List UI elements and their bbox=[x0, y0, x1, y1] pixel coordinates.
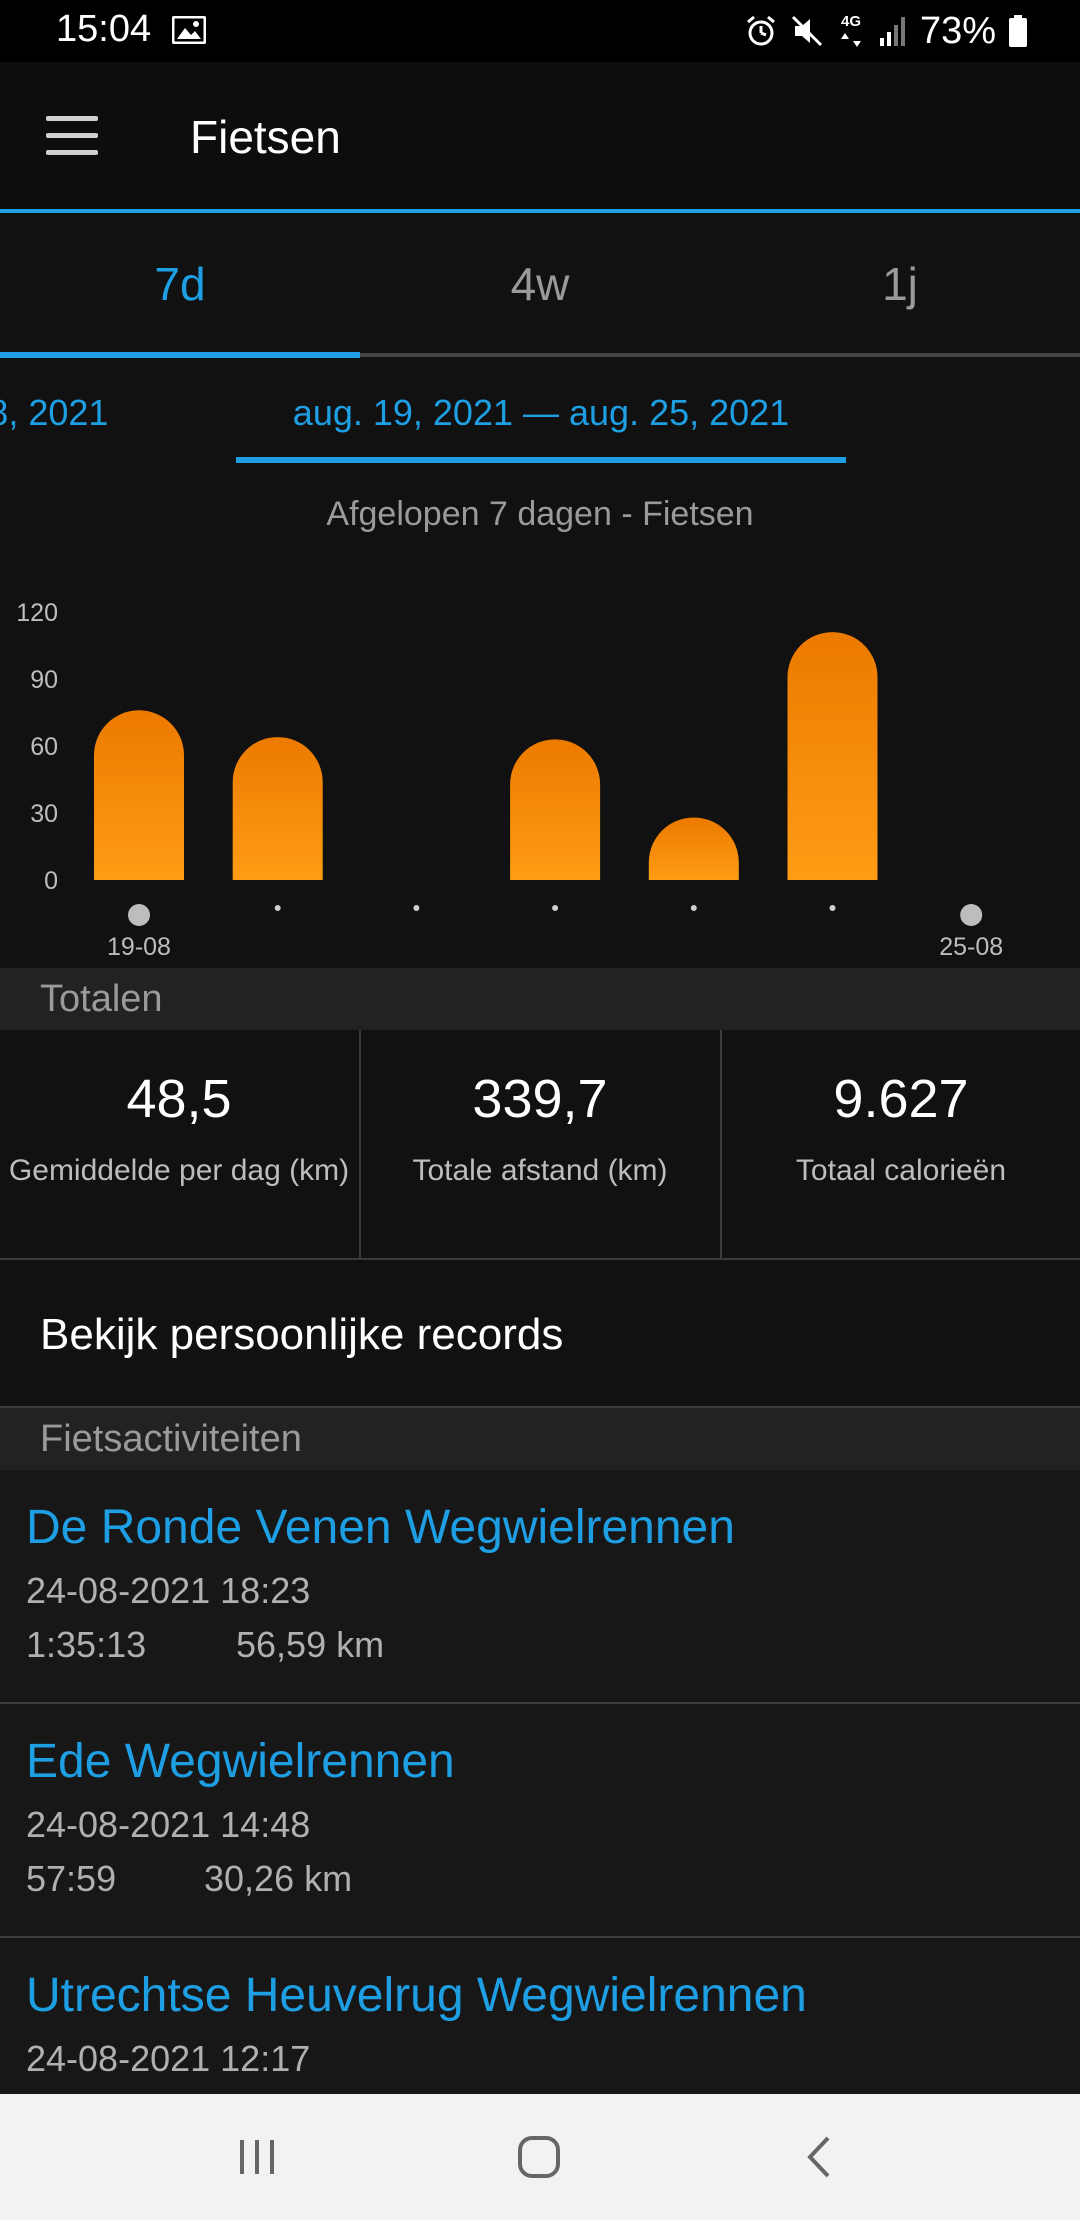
personal-records-link[interactable]: Bekijk persoonlijke records bbox=[0, 1260, 1080, 1408]
back-icon[interactable] bbox=[796, 2132, 846, 2182]
battery-icon bbox=[1009, 15, 1027, 47]
activity-distance: 56,59 km bbox=[236, 1624, 385, 1665]
page-title: Fietsen bbox=[190, 111, 341, 163]
activity-item[interactable]: Utrechtse Heuvelrug Wegwielrennen 24-08-… bbox=[0, 1938, 1080, 2094]
total-value: 339,7 bbox=[472, 1069, 608, 1129]
total-caption: Totale afstand (km) bbox=[412, 1154, 668, 1187]
y-tick-label: 120 bbox=[16, 599, 58, 627]
activity-datetime: 24-08-2021 14:48 bbox=[26, 1804, 311, 1845]
bar-22-08 bbox=[510, 739, 601, 880]
tab-7d[interactable]: 7d bbox=[0, 213, 360, 355]
activity-duration: 1:35:13 bbox=[26, 1624, 147, 1665]
y-tick-label: 60 bbox=[30, 733, 58, 761]
status-right-group: 4G 73% bbox=[744, 8, 1028, 54]
x-tick-label: 25-08 bbox=[939, 933, 1003, 961]
status-time: 15:04 bbox=[56, 8, 152, 50]
activity-datetime: 24-08-2021 12:17 bbox=[26, 2038, 311, 2079]
bar-19-08 bbox=[94, 710, 184, 880]
activities-header: Fietsactiviteiten bbox=[0, 1408, 1080, 1470]
image-notification-icon bbox=[172, 16, 206, 44]
activity-name: Ede Wegwielrennen bbox=[26, 1735, 455, 1788]
x-tick-marker bbox=[413, 905, 420, 911]
recent-apps-icon[interactable] bbox=[232, 2132, 282, 2182]
activity-duration: 57:59 bbox=[26, 1858, 117, 1899]
alarm-icon bbox=[746, 15, 775, 46]
home-icon[interactable] bbox=[514, 2132, 564, 2182]
activities-header-label: Fietsactiviteiten bbox=[40, 1418, 302, 1460]
tab-1j[interactable]: 1j bbox=[720, 213, 1080, 355]
activity-name: De Ronde Venen Wegwielrennen bbox=[26, 1501, 735, 1554]
x-tick-marker bbox=[690, 905, 697, 911]
y-tick-label: 90 bbox=[30, 666, 58, 694]
total-average-per-day: 48,5 Gemiddelde per dag (km) bbox=[0, 1030, 358, 1258]
date-range-selector: aug. 12, 2021 — aug. 18, 2021 aug. 19, 2… bbox=[0, 358, 1080, 468]
total-caption: Totaal calorieën bbox=[795, 1154, 1007, 1187]
system-nav-bar bbox=[0, 2094, 1080, 2220]
bar-24-08 bbox=[787, 632, 878, 880]
x-tick-marker bbox=[128, 904, 150, 926]
activity-distance: 30,26 km bbox=[204, 1858, 353, 1899]
hamburger-menu-icon[interactable] bbox=[46, 116, 98, 156]
totals-grid: 48,5 Gemiddelde per dag (km) 339,7 Total… bbox=[0, 1030, 1080, 1260]
activity-name: Utrechtse Heuvelrug Wegwielrennen bbox=[26, 1969, 807, 2022]
y-tick-label: 30 bbox=[30, 800, 58, 828]
chart-title: Afgelopen 7 dagen - Fietsen bbox=[326, 495, 754, 533]
current-date-range[interactable]: aug. 19, 2021 — aug. 25, 2021 bbox=[236, 392, 846, 434]
activity-item[interactable]: Ede Wegwielrennen 24-08-2021 14:48 57:59… bbox=[0, 1704, 1080, 1938]
total-distance: 339,7 Totale afstand (km) bbox=[361, 1030, 719, 1258]
totals-header: Totalen bbox=[0, 968, 1080, 1030]
total-value: 9.627 bbox=[833, 1069, 969, 1129]
bar-20-08 bbox=[232, 737, 323, 880]
total-caption: Gemiddelde per dag (km) bbox=[8, 1154, 350, 1187]
signal-icon bbox=[879, 17, 905, 46]
network-type-label: 4G bbox=[841, 13, 861, 30]
x-tick-marker bbox=[274, 905, 281, 911]
previous-date-range[interactable]: aug. 12, 2021 — aug. 18, 2021 bbox=[0, 392, 108, 434]
current-date-indicator bbox=[236, 457, 846, 463]
totals-header-label: Totalen bbox=[40, 978, 163, 1020]
activity-item[interactable]: De Ronde Venen Wegwielrennen 24-08-2021 … bbox=[0, 1470, 1080, 1704]
battery-percent: 73% bbox=[919, 9, 996, 52]
personal-records-label: Bekijk persoonlijke records bbox=[40, 1310, 564, 1359]
status-bar: 15:04 4G 73% bbox=[0, 0, 1080, 62]
network-type-icon: 4G bbox=[841, 13, 861, 47]
x-tick-marker bbox=[960, 904, 983, 926]
y-tick-label: 0 bbox=[44, 867, 58, 895]
total-calories: 9.627 Totaal calorieën bbox=[722, 1030, 1080, 1258]
activity-list: De Ronde Venen Wegwielrennen 24-08-2021 … bbox=[0, 1470, 1080, 2094]
activity-datetime: 24-08-2021 18:23 bbox=[26, 1570, 311, 1611]
bar-23-08 bbox=[648, 817, 739, 880]
x-tick-marker bbox=[552, 905, 559, 911]
x-tick-marker bbox=[829, 905, 836, 911]
tab-4w[interactable]: 4w bbox=[360, 213, 720, 355]
total-value: 48,5 bbox=[126, 1069, 232, 1129]
period-tabs: 7d 4w 1j bbox=[0, 213, 1080, 355]
mute-icon bbox=[791, 15, 822, 47]
app-bar: Fietsen bbox=[0, 62, 1080, 210]
distance-bar-chart: 0 30 60 90 120 19-08 25-08 bbox=[16, 599, 1003, 961]
x-tick-label: 19-08 bbox=[107, 933, 171, 961]
